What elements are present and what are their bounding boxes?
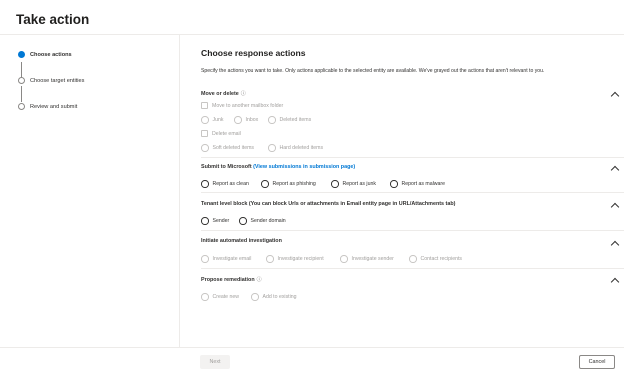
option-label: Inbox	[245, 116, 259, 123]
option-label: Add to existing	[262, 293, 297, 300]
step-choose-target-entities[interactable]: Choose target entities	[18, 77, 84, 84]
page-title: Take action	[16, 12, 90, 27]
info-icon[interactable]: ⓘ	[241, 91, 246, 97]
option-label: Sender domain	[250, 217, 286, 224]
radio-circle	[234, 116, 242, 124]
radio-circle	[201, 180, 209, 188]
section-divider	[201, 230, 624, 231]
option-label: Contact recipients	[420, 255, 463, 262]
radio-add-existing[interactable]: Add to existing	[251, 293, 297, 301]
chevron-up-icon[interactable]	[610, 91, 620, 101]
radio-inbox[interactable]: Inbox	[234, 116, 258, 124]
step-label: Choose actions	[30, 51, 72, 58]
section-divider	[201, 192, 624, 193]
step-indicator-active	[18, 51, 25, 58]
radio-investigate-recipient[interactable]: Investigate recipient	[266, 255, 324, 263]
radio-contact-recipients[interactable]: Contact recipients	[409, 255, 462, 263]
radio-circle	[331, 180, 339, 188]
step-label: Choose target entities	[30, 77, 85, 84]
option-label: Report as phishing	[272, 180, 316, 187]
radio-investigate-sender[interactable]: Investigate sender	[340, 255, 394, 263]
step-connector	[21, 62, 22, 78]
radio-circle	[266, 255, 274, 263]
step-review-submit[interactable]: Review and submit	[18, 103, 77, 110]
section-title-block: Tenant level block (You can block Urls o…	[201, 201, 456, 207]
section-title-text: Move or delete	[201, 91, 239, 97]
radio-deleted-items[interactable]: Deleted items	[268, 116, 311, 124]
radio-circle	[268, 144, 276, 152]
option-label: Hard deleted items	[279, 144, 324, 151]
chevron-up-icon[interactable]	[610, 277, 620, 287]
checkbox-box	[201, 130, 208, 137]
option-label: Report as junk	[342, 180, 376, 187]
step-label: Review and submit	[30, 103, 78, 110]
checkbox-delete-email[interactable]: Delete email	[201, 130, 241, 137]
chevron-up-icon[interactable]	[610, 240, 620, 250]
cancel-button[interactable]: Cancel	[579, 355, 615, 369]
section-title-text: Submit to Microsoft	[201, 164, 252, 170]
radio-circle	[239, 217, 247, 225]
radio-create-new[interactable]: Create new	[201, 293, 239, 301]
section-divider	[201, 268, 624, 269]
radio-hard-deleted[interactable]: Hard deleted items	[268, 144, 323, 152]
option-label: Delete email	[212, 130, 241, 137]
section-title-investigation: Initiate automated investigation	[201, 238, 282, 244]
section-title-remediation: Propose remediation ⓘ	[201, 276, 262, 283]
radio-circle	[340, 255, 348, 263]
option-label: Create new	[212, 293, 240, 300]
radio-report-junk[interactable]: Report as junk	[331, 180, 376, 188]
option-label: Report as malware	[401, 180, 446, 187]
radio-report-malware[interactable]: Report as malware	[390, 180, 445, 188]
radio-circle	[261, 180, 269, 188]
option-label: Investigate email	[212, 255, 252, 262]
option-label: Junk	[212, 116, 224, 123]
radio-junk[interactable]: Junk	[201, 116, 223, 124]
radio-circle	[268, 116, 276, 124]
radio-report-clean[interactable]: Report as clean	[201, 180, 249, 188]
radio-sender[interactable]: Sender	[201, 217, 229, 225]
step-indicator	[18, 103, 25, 110]
next-button[interactable]: Next	[200, 355, 230, 369]
radio-circle	[201, 293, 209, 301]
section-title-submit: Submit to Microsoft (View submissions in…	[201, 164, 355, 170]
main-title: Choose response actions	[201, 48, 306, 58]
section-title-text: Propose remediation	[201, 277, 255, 283]
radio-circle	[201, 217, 209, 225]
view-submissions-link[interactable]: (View submissions in submission page)	[253, 164, 355, 170]
option-label: Investigate recipient	[277, 255, 324, 262]
checkbox-move-mailbox[interactable]: Move to another mailbox folder	[201, 102, 283, 109]
step-connector	[21, 86, 22, 102]
radio-circle	[409, 255, 417, 263]
option-label: Investigate sender	[351, 255, 394, 262]
footer-divider	[0, 347, 624, 348]
option-label: Move to another mailbox folder	[212, 102, 284, 109]
step-indicator	[18, 77, 25, 84]
radio-circle	[390, 180, 398, 188]
radio-circle	[201, 255, 209, 263]
option-label: Report as clean	[212, 180, 249, 187]
section-title-move-delete: Move or delete ⓘ	[201, 90, 246, 97]
section-divider	[201, 157, 624, 158]
option-label: Soft deleted items	[212, 144, 255, 151]
chevron-up-icon[interactable]	[610, 165, 620, 175]
chevron-up-icon[interactable]	[610, 202, 620, 212]
radio-soft-deleted[interactable]: Soft deleted items	[201, 144, 254, 152]
radio-investigate-email[interactable]: Investigate email	[201, 255, 251, 263]
info-icon[interactable]: ⓘ	[257, 277, 262, 283]
radio-report-phishing[interactable]: Report as phishing	[261, 180, 316, 188]
option-label: Deleted items	[279, 116, 312, 123]
radio-circle	[251, 293, 259, 301]
wizard-steps: Choose actions Choose target entities Re…	[0, 35, 180, 347]
radio-sender-domain[interactable]: Sender domain	[239, 217, 286, 225]
option-label: Sender	[212, 217, 230, 224]
radio-circle	[201, 116, 209, 124]
main-description: Specify the actions you want to take. On…	[201, 68, 545, 74]
checkbox-box	[201, 102, 208, 109]
step-choose-actions[interactable]: Choose actions	[18, 51, 72, 58]
radio-circle	[201, 144, 209, 152]
